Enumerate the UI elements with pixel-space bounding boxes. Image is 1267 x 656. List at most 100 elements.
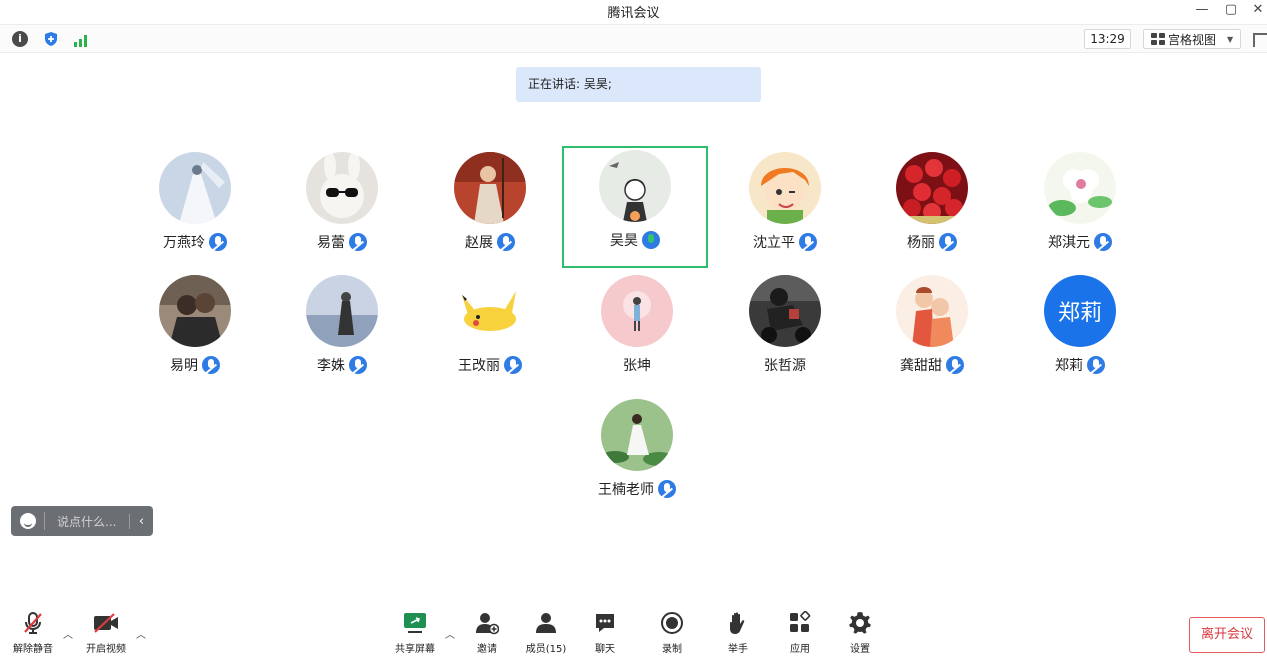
avatar	[599, 150, 671, 222]
members-label: 成员(15)	[525, 644, 567, 655]
bottom-toolbar: 解除静音 ︿ 开启视频 ︿ 共享屏幕 ︿ 邀请 成员(15) 聊天 录制 举手 …	[0, 606, 1267, 656]
minimize-icon[interactable]: —	[1193, 2, 1211, 18]
participant-tile[interactable]: 吴昊	[562, 146, 708, 268]
participant-name-row: 张哲源	[712, 355, 858, 375]
mic-muted-icon	[939, 233, 957, 251]
record-icon	[642, 610, 702, 636]
avatar	[896, 152, 968, 224]
invite-button[interactable]: 邀请	[457, 610, 517, 655]
avatar	[454, 275, 526, 347]
restore-icon[interactable]: ▢	[1222, 2, 1240, 18]
participant-name: 郑莉	[1055, 358, 1083, 374]
participant-tile[interactable]: 易明	[122, 271, 268, 393]
avatar: 郑莉	[1044, 275, 1116, 347]
participant-name: 王改丽	[458, 358, 500, 374]
close-icon[interactable]: ✕	[1249, 2, 1267, 18]
chat-button[interactable]: 聊天	[575, 610, 635, 655]
avatar	[159, 275, 231, 347]
signal-icon[interactable]	[74, 33, 90, 47]
participant-tile[interactable]: 龚甜甜	[859, 271, 1005, 393]
record-button[interactable]: 录制	[642, 610, 702, 655]
quick-chat-bar[interactable]: 说点什么... ‹	[11, 506, 153, 536]
title-bar: 腾讯会议 — ▢ ✕	[0, 0, 1267, 22]
apps-icon	[770, 610, 830, 636]
participant-name-row: 李姝	[269, 355, 415, 375]
participant-tile[interactable]: 张哲源	[712, 271, 858, 393]
divider	[44, 512, 45, 530]
window-title: 腾讯会议	[607, 6, 660, 21]
meeting-window: 腾讯会议 — ▢ ✕ i 13:29 宫格视图 ▼ 正在讲话: 吴昊; 万燕玲易…	[0, 0, 1267, 656]
settings-button[interactable]: 设置	[830, 610, 890, 655]
chat-input[interactable]: 说点什么...	[57, 513, 129, 530]
mic-muted-icon	[1087, 356, 1105, 374]
chat-label: 聊天	[595, 644, 615, 655]
participant-name-row: 龚甜甜	[859, 355, 1005, 375]
settings-label: 设置	[850, 644, 870, 655]
unmute-button[interactable]: 解除静音	[3, 610, 63, 655]
avatar	[159, 152, 231, 224]
raise-hand-label: 举手	[728, 644, 748, 655]
share-screen-icon	[385, 610, 445, 636]
share-options-chevron-icon[interactable]: ︿	[445, 626, 455, 641]
camera-off-icon	[76, 610, 136, 636]
share-screen-label: 共享屏幕	[395, 644, 435, 655]
participant-name: 张坤	[623, 358, 651, 374]
participant-tile[interactable]: 沈立平	[712, 148, 858, 270]
participant-tile[interactable]: 李姝	[269, 271, 415, 393]
participant-name-row: 王楠老师	[564, 479, 710, 499]
participant-tile[interactable]: 王改丽	[417, 271, 563, 393]
grid-view-icon	[1151, 33, 1165, 45]
audio-options-chevron-icon[interactable]: ︿	[63, 626, 73, 641]
speaking-banner: 正在讲话: 吴昊;	[516, 67, 761, 102]
participant-tile[interactable]: 张坤	[564, 271, 710, 393]
participant-name: 李姝	[317, 358, 345, 374]
video-options-chevron-icon[interactable]: ︿	[136, 626, 146, 641]
participant-name: 张哲源	[764, 358, 806, 374]
raise-hand-button[interactable]: 举手	[708, 610, 768, 655]
avatar	[896, 275, 968, 347]
info-icon[interactable]: i	[12, 31, 28, 47]
participant-tile[interactable]: 王楠老师	[564, 395, 710, 517]
shield-icon[interactable]	[43, 31, 59, 47]
participant-name: 万燕玲	[163, 235, 205, 251]
share-screen-button[interactable]: 共享屏幕	[385, 610, 445, 655]
view-mode-dropdown[interactable]: 宫格视图 ▼	[1143, 29, 1241, 49]
participant-tile[interactable]: 万燕玲	[122, 148, 268, 270]
participant-name-row: 沈立平	[712, 232, 858, 252]
chevron-down-icon: ▼	[1227, 34, 1234, 44]
participant-name: 易蕾	[317, 235, 345, 251]
members-button[interactable]: 成员(15)	[516, 610, 576, 655]
participant-tile[interactable]: 郑莉 郑莉	[1007, 271, 1153, 393]
participant-name: 吴昊	[610, 233, 638, 249]
fullscreen-icon[interactable]	[1253, 33, 1267, 47]
avatar	[1044, 152, 1116, 224]
leave-meeting-button[interactable]: 离开会议	[1189, 617, 1265, 653]
participant-name: 杨丽	[907, 235, 935, 251]
hand-icon	[708, 610, 768, 636]
mic-muted-icon	[497, 233, 515, 251]
mic-muted-icon	[658, 480, 676, 498]
start-video-button[interactable]: 开启视频	[76, 610, 136, 655]
apps-label: 应用	[790, 644, 810, 655]
unmute-label: 解除静音	[13, 644, 53, 655]
participant-tile[interactable]: 郑淇元	[1007, 148, 1153, 270]
avatar	[306, 275, 378, 347]
avatar	[306, 152, 378, 224]
participant-tile[interactable]: 赵展	[417, 148, 563, 270]
record-label: 录制	[662, 644, 682, 655]
participant-tile[interactable]: 易蕾	[269, 148, 415, 270]
participant-name-row: 吴昊	[564, 230, 706, 250]
participant-tile[interactable]: 杨丽	[859, 148, 1005, 270]
collapse-chevron-icon[interactable]: ‹	[129, 513, 153, 529]
mic-muted-icon	[504, 356, 522, 374]
participant-name: 赵展	[465, 235, 493, 251]
view-mode-label: 宫格视图	[1168, 32, 1217, 47]
participant-name-row: 易明	[122, 355, 268, 375]
emoji-icon[interactable]	[20, 513, 36, 529]
participant-name: 龚甜甜	[900, 358, 942, 374]
participant-name-row: 郑莉	[1007, 355, 1153, 375]
apps-button[interactable]: 应用	[770, 610, 830, 655]
participant-name-row: 赵展	[417, 232, 563, 252]
invite-label: 邀请	[477, 644, 497, 655]
participant-name: 易明	[170, 358, 198, 374]
